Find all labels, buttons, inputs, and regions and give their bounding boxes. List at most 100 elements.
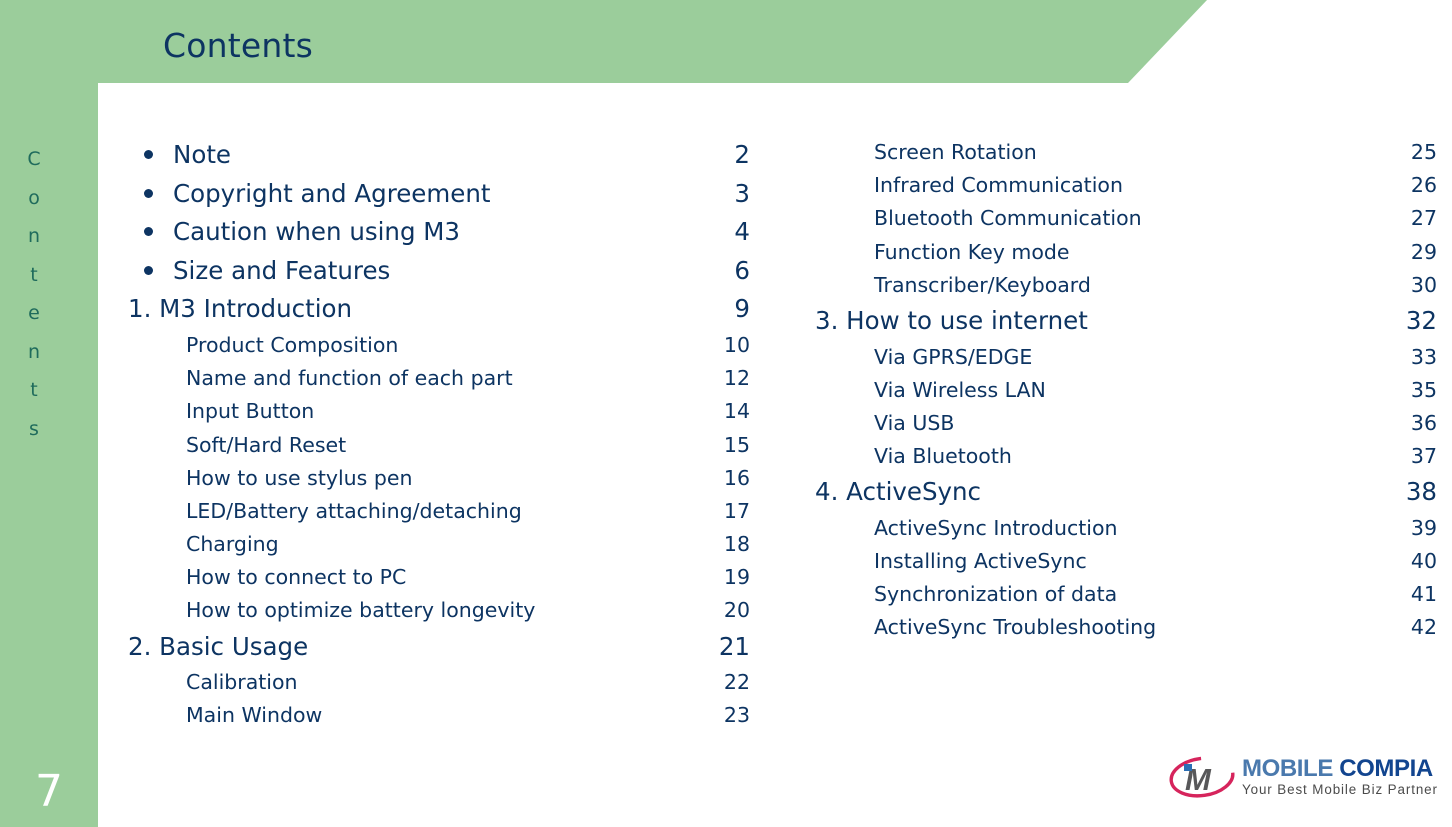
logo-text-block: MOBILE COMPIA Your Best Mobile Biz Partn… (1242, 756, 1444, 798)
toc-entry-label: Screen Rotation (874, 140, 1037, 164)
toc-entry-page: 6 (734, 255, 750, 285)
toc-entry-page: 41 (1410, 582, 1437, 607)
toc-entry-label: Via Wireless LAN (874, 377, 1046, 402)
toc-entry[interactable]: Synchronization of data 41 (815, 578, 1437, 611)
toc-entry-page: 19 (723, 565, 750, 590)
toc-entry[interactable]: Installing ActiveSync 40 (815, 545, 1437, 578)
toc-entry-page: 3 (734, 178, 750, 208)
toc-entry-label: ActiveSync Troubleshooting (874, 615, 1157, 640)
toc-entry[interactable]: How to optimize battery longevity 20 (128, 594, 750, 627)
toc-entry-page: 37 (1410, 444, 1437, 469)
toc-entry-page: 18 (723, 532, 750, 557)
toc-entry-label: Transcriber/Keyboard (874, 272, 1091, 297)
toc-entry[interactable]: Caution when using M3 4 (128, 213, 750, 252)
toc-entry[interactable]: Infrared Communication 26 (815, 169, 1437, 202)
toc-entry-label: Name and function of each part (186, 366, 513, 391)
toc-entry-page: 12 (723, 366, 750, 391)
toc-entry-label: Soft/Hard Reset (186, 432, 347, 457)
toc-entry[interactable]: Input Button 14 (128, 395, 750, 428)
toc-column-left: Note 2 Copyright and Agreement 3 Caution whe… (128, 136, 750, 733)
toc-entry-label: Product Composition (186, 332, 399, 357)
toc-entry-label: Bluetooth Communication (874, 206, 1142, 231)
toc-entry-page: 26 (1410, 173, 1437, 198)
toc-entry-label: Copyright and Agreement (173, 178, 491, 208)
toc-entry[interactable]: Function Key mode 29 (815, 236, 1437, 269)
toc-entry[interactable]: Transcriber/Keyboard 30 (815, 269, 1437, 302)
toc-entry-label: Installing ActiveSync (874, 549, 1087, 574)
toc-entry[interactable]: Via Bluetooth 37 (815, 440, 1437, 473)
slide-page: Contents C o n t e n t s 7 Note 2 Copyrigh… (0, 0, 1452, 827)
logo-tagline: Your Best Mobile Biz Partner (1242, 782, 1438, 797)
toc-entry-label: Charging (186, 532, 279, 557)
toc-entry[interactable]: Name and function of each part 12 (128, 362, 750, 395)
mobile-compia-mark-icon: M (1168, 756, 1242, 800)
toc-entry-label: Input Button (186, 399, 315, 424)
toc-entry-label: Via USB (874, 410, 955, 435)
toc-entry-label: 1. M3 Introduction (128, 294, 353, 324)
toc-entry-page: 4 (734, 217, 750, 247)
toc-entry[interactable]: Size and Features 6 (128, 252, 750, 291)
toc-entry-page: 36 (1410, 410, 1437, 435)
toc-entry[interactable]: Via USB 36 (815, 407, 1437, 440)
toc-entry-page: 14 (723, 399, 750, 424)
toc-entry[interactable]: Calibration 22 (128, 666, 750, 699)
toc-entry-label: Note (173, 140, 231, 169)
toc-entry-label: How to optimize battery longevity (186, 598, 536, 623)
toc-entry-page: 32 (1405, 305, 1437, 335)
toc-entry-page: 10 (723, 332, 750, 357)
toc-entry-page: 15 (723, 432, 750, 457)
toc-entry[interactable]: 1. M3 Introduction 9 (128, 290, 750, 329)
bullet-icon (144, 188, 153, 198)
toc-entry[interactable]: Soft/Hard Reset 15 (128, 429, 750, 462)
toc-entry-page: 21 (718, 631, 750, 661)
toc-entry-page: 9 (734, 294, 750, 324)
toc-entry[interactable]: LED/Battery attaching/detaching 17 (128, 495, 750, 528)
toc-entry-page: 23 (723, 703, 750, 728)
logo-word-mobile: MOBILE (1242, 755, 1333, 782)
toc-entry-page: 17 (723, 498, 750, 523)
toc-entry-label: Synchronization of data (874, 582, 1118, 607)
toc-entry-page: 40 (1410, 549, 1437, 574)
toc-entry[interactable]: How to use stylus pen 16 (128, 462, 750, 495)
bullet-icon (144, 266, 153, 276)
toc-entry-page: 20 (723, 598, 750, 623)
toc-entry-page: 30 (1410, 272, 1437, 297)
toc-entry[interactable]: Main Window 23 (128, 699, 750, 732)
toc-entry-label: Main Window (186, 703, 323, 728)
toc-column-right: Screen Rotation 25 Infrared Communication 2… (815, 136, 1437, 645)
toc-entry-page: 22 (723, 670, 750, 695)
toc-entry-label: How to connect to PC (186, 565, 407, 590)
bullet-icon (144, 227, 153, 237)
toc-entry-label: ActiveSync Introduction (874, 515, 1118, 540)
toc-entry[interactable]: Via GPRS/EDGE 33 (815, 341, 1437, 374)
toc-entry[interactable]: Copyright and Agreement 3 (128, 175, 750, 214)
toc-entry[interactable]: Bluetooth Communication 27 (815, 202, 1437, 235)
toc-entry[interactable]: 4. ActiveSync 38 (815, 473, 1437, 512)
logo-wordmark: MOBILE COMPIA (1242, 756, 1444, 781)
toc-entry[interactable]: ActiveSync Introduction 39 (815, 512, 1437, 545)
toc-entry-page: 35 (1410, 377, 1437, 402)
toc-entry-label: 2. Basic Usage (128, 631, 309, 661)
toc-entry[interactable]: Charging 18 (128, 528, 750, 561)
toc-entry[interactable]: 2. Basic Usage 21 (128, 628, 750, 667)
toc-entry-label: How to use stylus pen (186, 465, 413, 490)
toc-entry-page: 27 (1410, 206, 1437, 231)
brand-logo: M MOBILE COMPIA Your Best Mobile Biz Par… (1168, 756, 1444, 804)
toc-entry[interactable]: Via Wireless LAN 35 (815, 374, 1437, 407)
toc-entry[interactable]: Product Composition 10 (128, 329, 750, 362)
toc-entry-page: 33 (1410, 344, 1437, 369)
toc-entry[interactable]: Screen Rotation 25 (815, 136, 1437, 169)
toc-entry[interactable]: Note 2 (128, 136, 750, 175)
toc-entry-label: 3. How to use internet (815, 305, 1088, 335)
logo-word-compia: COMPIA (1339, 755, 1433, 782)
toc-entry-label: Size and Features (173, 255, 391, 285)
toc-entry-label: Caution when using M3 (173, 217, 461, 247)
toc-entry-label: Function Key mode (874, 239, 1070, 264)
toc-entry[interactable]: How to connect to PC 19 (128, 561, 750, 594)
bullet-icon (144, 150, 153, 160)
toc-entry-page: 38 (1405, 477, 1437, 507)
toc-entry[interactable]: 3. How to use internet 32 (815, 302, 1437, 341)
toc-entry-page: 29 (1410, 239, 1437, 264)
toc-entry-page: 16 (723, 465, 750, 490)
toc-entry[interactable]: ActiveSync Troubleshooting 42 (815, 611, 1437, 644)
